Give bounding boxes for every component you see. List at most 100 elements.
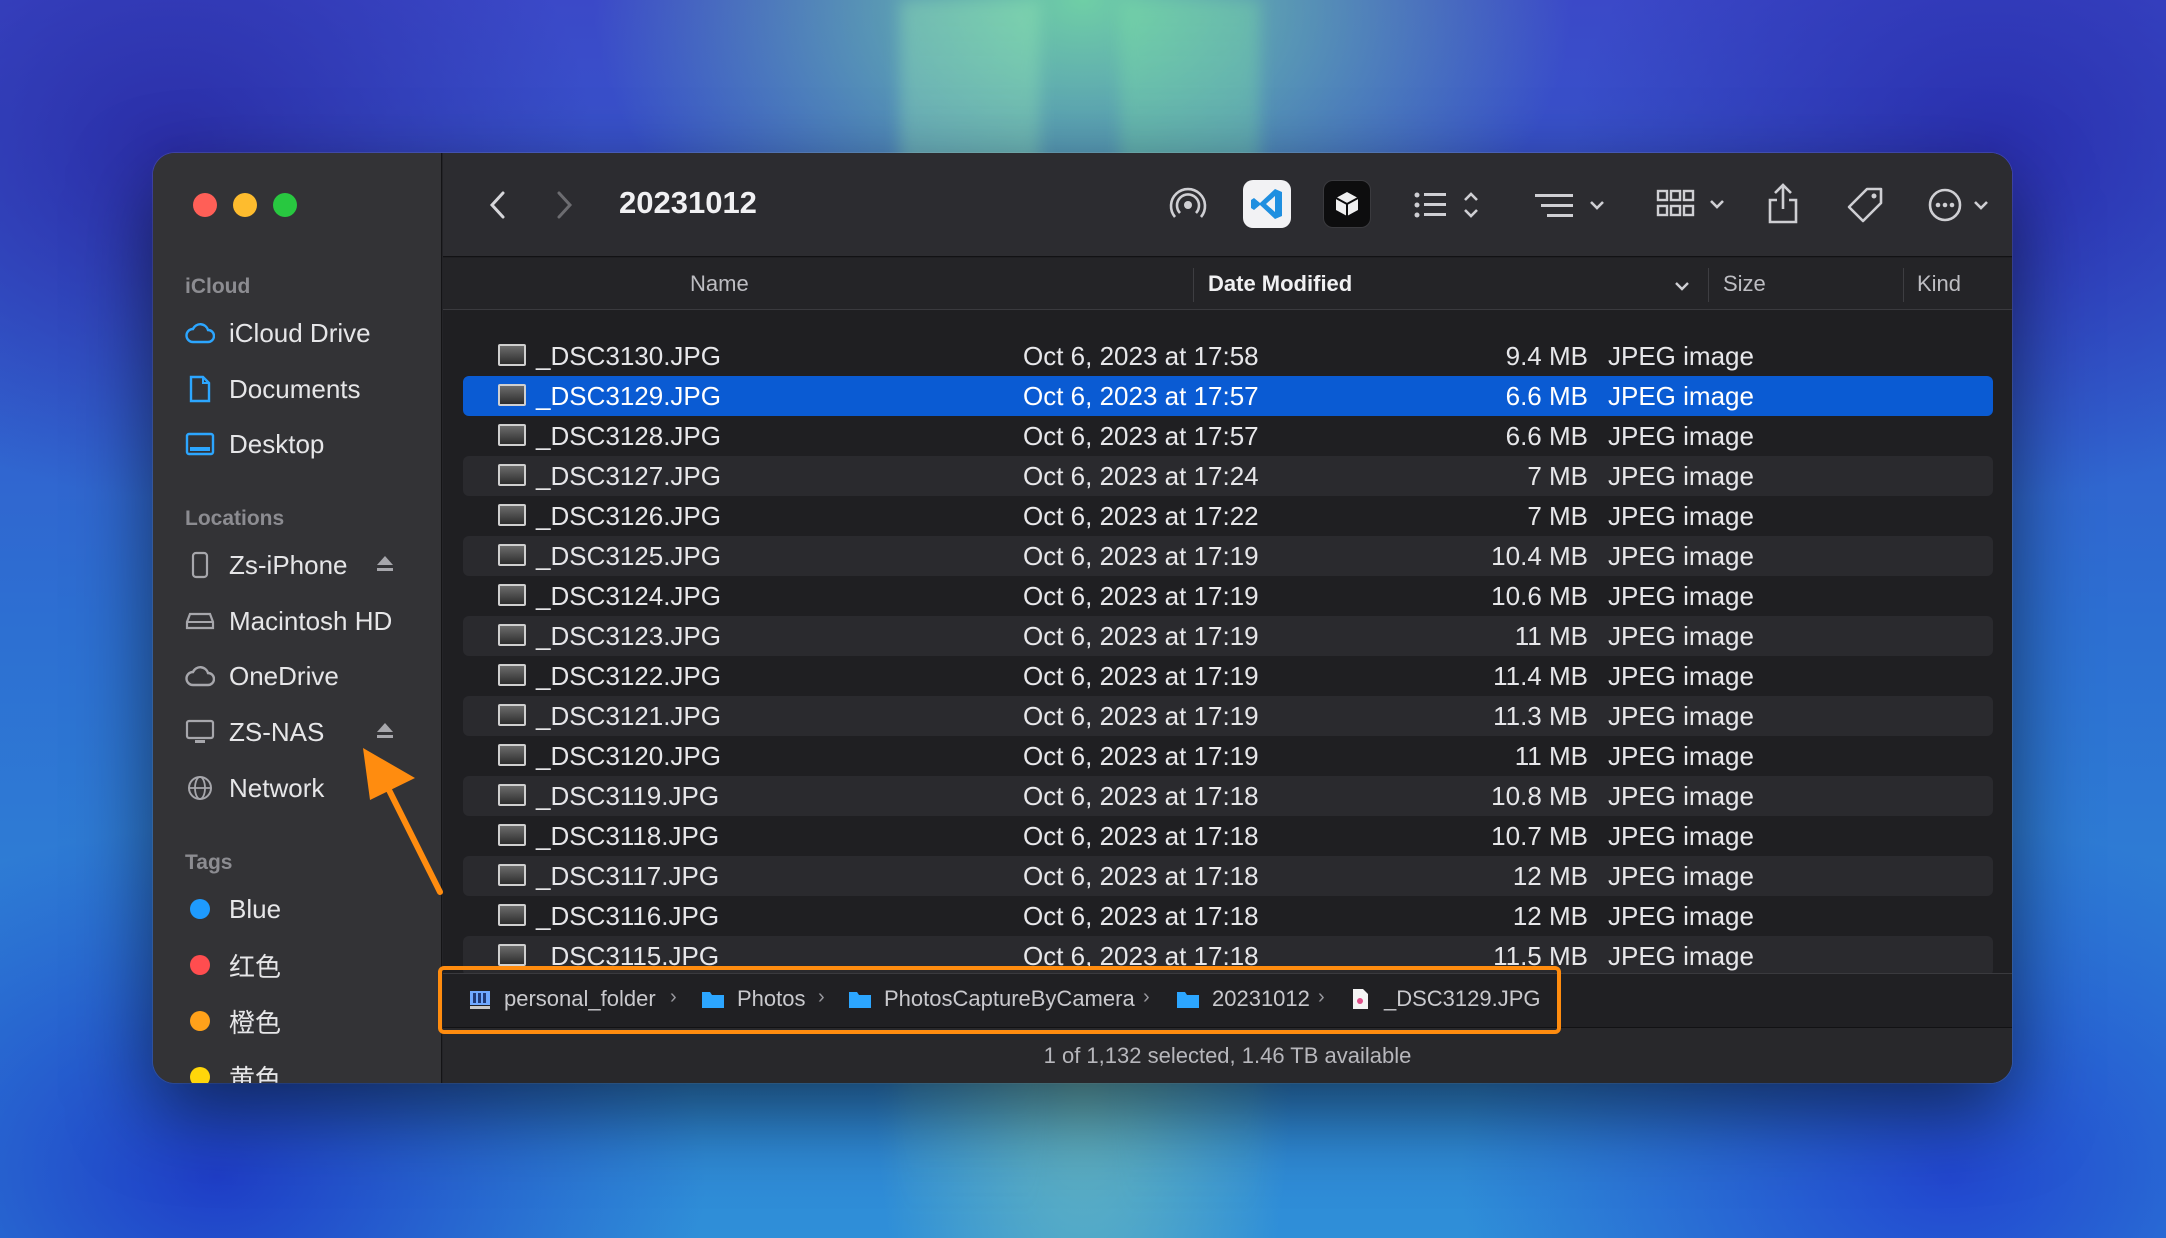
file-row[interactable]: _DSC3125.JPG Oct 6, 2023 at 17:19 10.4 MB J… (463, 536, 1993, 576)
grid-view-icon[interactable] (1655, 183, 1731, 227)
file-date: Oct 6, 2023 at 17:19 (1023, 541, 1259, 571)
globe-icon (185, 773, 215, 803)
column-divider[interactable] (1708, 268, 1709, 302)
file-name: _DSC3125.JPG (536, 541, 721, 571)
file-kind: JPEG image (1608, 701, 1754, 731)
annotation-arrow-icon (363, 748, 443, 895)
file-row[interactable]: _DSC3118.JPG Oct 6, 2023 at 17:18 10.7 MB J… (463, 816, 1993, 856)
file-kind: JPEG image (1608, 461, 1754, 491)
jpeg-thumbnail-icon (498, 504, 526, 526)
document-icon (185, 374, 215, 404)
sidebar-item-label: iCloud Drive (229, 317, 371, 348)
airdrop-icon[interactable] (1166, 183, 1210, 227)
file-date: Oct 6, 2023 at 17:57 (1023, 381, 1259, 411)
file-date: Oct 6, 2023 at 17:18 (1023, 901, 1259, 931)
file-row[interactable]: _DSC3124.JPG Oct 6, 2023 at 17:19 10.6 MB J… (463, 576, 1993, 616)
more-icon[interactable] (1925, 183, 1997, 227)
cloud-icon (185, 318, 215, 348)
iphone-icon (185, 550, 215, 580)
file-kind: JPEG image (1608, 901, 1754, 931)
file-row[interactable]: _DSC3129.JPG Oct 6, 2023 at 17:57 6.6 MB JP… (463, 376, 1993, 416)
sidebar-item-onedrive[interactable]: OneDrive (185, 653, 435, 699)
sidebar-tag-orange[interactable]: 橙色 (185, 998, 435, 1044)
jpeg-thumbnail-icon (498, 384, 526, 406)
file-size: 6.6 MB (1505, 381, 1588, 411)
file-date: Oct 6, 2023 at 17:19 (1023, 661, 1259, 691)
file-kind: JPEG image (1608, 821, 1754, 851)
column-kind[interactable]: Kind (1917, 271, 1961, 297)
sidebar-item-label: Zs-iPhone (229, 549, 348, 580)
minimize-window-button[interactable] (233, 193, 257, 217)
sidebar-item-label: 橙色 (229, 1007, 282, 1038)
file-row[interactable]: _DSC3120.JPG Oct 6, 2023 at 17:19 11 MB JPE… (463, 736, 1993, 776)
sidebar-tag-yellow[interactable]: 黄色 (185, 1054, 435, 1083)
file-kind: JPEG image (1608, 501, 1754, 531)
file-size: 7 MB (1527, 501, 1588, 531)
sidebar-section-locations: Locations (185, 507, 285, 530)
file-kind: JPEG image (1608, 581, 1754, 611)
file-row[interactable]: _DSC3119.JPG Oct 6, 2023 at 17:18 10.8 MB J… (463, 776, 1993, 816)
file-name: _DSC3121.JPG (536, 701, 721, 731)
file-size: 11.3 MB (1493, 701, 1588, 731)
cube-app-icon[interactable] (1323, 180, 1371, 228)
jpeg-thumbnail-icon (498, 824, 526, 846)
sidebar-item-macintosh-hd[interactable]: Macintosh HD (185, 598, 435, 644)
back-icon[interactable] (483, 187, 511, 223)
jpeg-thumbnail-icon (498, 864, 526, 886)
file-name: _DSC3123.JPG (536, 621, 721, 651)
sidebar-item-label: Network (229, 772, 325, 803)
column-divider[interactable] (1193, 268, 1194, 302)
sidebar-tag-red[interactable]: 红色 (185, 942, 435, 988)
path-bar-highlight-annotation (438, 966, 1561, 1034)
sidebar-item-label: ZS-NAS (229, 716, 325, 747)
file-date: Oct 6, 2023 at 17:18 (1023, 861, 1259, 891)
tag-icon[interactable] (1843, 183, 1887, 227)
file-name: _DSC3117.JPG (536, 861, 720, 891)
column-divider[interactable] (1903, 268, 1904, 302)
file-name: _DSC3120.JPG (536, 741, 721, 771)
share-icon[interactable] (1763, 181, 1803, 227)
file-row[interactable]: _DSC3116.JPG Oct 6, 2023 at 17:18 12 MB JPE… (463, 896, 1993, 936)
column-date-modified[interactable]: Date Modified (1208, 271, 1352, 297)
file-size: 10.8 MB (1491, 781, 1588, 811)
column-name[interactable]: Name (690, 271, 749, 297)
eject-icon[interactable] (375, 554, 395, 576)
sidebar-item-icloud-drive[interactable]: iCloud Drive (185, 310, 435, 356)
sort-chevron-icon[interactable] (1673, 273, 1691, 299)
group-icon[interactable] (1533, 185, 1613, 225)
file-size: 12 MB (1512, 901, 1588, 931)
blue-tag-dot-icon (190, 899, 210, 919)
jpeg-thumbnail-icon (498, 704, 526, 726)
status-bar: 1 of 1,132 selected, 1.46 TB available (443, 1027, 2012, 1083)
list-view-icon[interactable] (1411, 185, 1487, 225)
vscode-app-icon[interactable] (1243, 180, 1291, 228)
file-size: 6.6 MB (1505, 421, 1588, 451)
file-row[interactable]: _DSC3122.JPG Oct 6, 2023 at 17:19 11.4 MB J… (463, 656, 1993, 696)
file-row[interactable]: _DSC3128.JPG Oct 6, 2023 at 17:57 6.6 MB JP… (463, 416, 1993, 456)
column-size[interactable]: Size (1723, 271, 1766, 297)
file-row[interactable]: _DSC3121.JPG Oct 6, 2023 at 17:19 11.3 MB J… (463, 696, 1993, 736)
file-name: _DSC3122.JPG (536, 661, 721, 691)
file-row[interactable]: _DSC3127.JPG Oct 6, 2023 at 17:24 7 MB JPEG… (463, 456, 1993, 496)
sidebar-item-documents[interactable]: Documents (185, 366, 435, 412)
file-row[interactable]: _DSC3126.JPG Oct 6, 2023 at 17:22 7 MB JPEG… (463, 496, 1993, 536)
file-row[interactable]: _DSC3130.JPG Oct 6, 2023 at 17:58 9.4 MB JP… (463, 336, 1993, 376)
sidebar-item-desktop[interactable]: Desktop (185, 421, 435, 467)
file-name: _DSC3116.JPG (536, 901, 720, 931)
jpeg-thumbnail-icon (498, 624, 526, 646)
file-date: Oct 6, 2023 at 17:19 (1023, 581, 1259, 611)
zoom-window-button[interactable] (273, 193, 297, 217)
window-title: 20231012 (619, 185, 757, 220)
file-row[interactable]: _DSC3123.JPG Oct 6, 2023 at 17:19 11 MB JPE… (463, 616, 1993, 656)
close-window-button[interactable] (193, 193, 217, 217)
file-date: Oct 6, 2023 at 17:19 (1023, 741, 1259, 771)
sidebar-item-zs-iphone[interactable]: Zs-iPhone (185, 542, 435, 588)
file-name: _DSC3119.JPG (536, 781, 720, 811)
jpeg-thumbnail-icon (498, 744, 526, 766)
file-size: 10.6 MB (1491, 581, 1588, 611)
forward-icon[interactable] (551, 187, 579, 223)
file-row[interactable]: _DSC3117.JPG Oct 6, 2023 at 17:18 12 MB JPE… (463, 856, 1993, 896)
jpeg-thumbnail-icon (498, 584, 526, 606)
sidebar-item-label: Macintosh HD (229, 605, 393, 636)
sidebar-item-label: Documents (229, 373, 361, 404)
